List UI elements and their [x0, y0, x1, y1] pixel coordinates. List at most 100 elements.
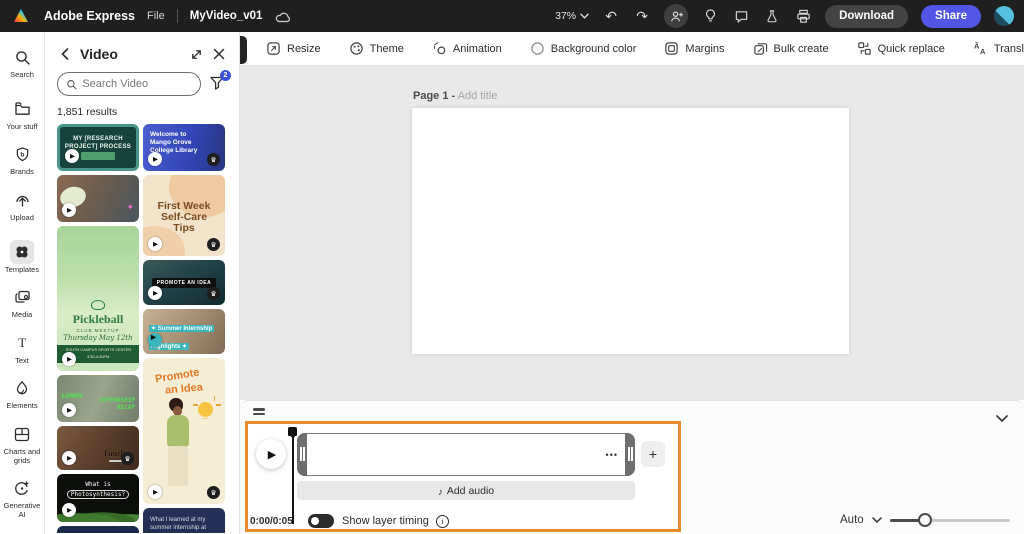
page-canvas[interactable]: [412, 108, 849, 354]
slider-thumb[interactable]: [917, 513, 932, 527]
svg-text:A: A: [980, 47, 986, 56]
template-promote-an-idea-ocean[interactable]: PROMOTE AN IDEA: [143, 260, 225, 305]
sidebar-item-brands[interactable]: b Brands: [0, 137, 45, 183]
template-pickleball-club-meetup[interactable]: Pickleball CLUB MEETUP Thursday May 12th…: [57, 226, 139, 371]
play-icon: [62, 352, 76, 366]
resize-button[interactable]: Resize: [254, 36, 333, 61]
template-research-project-process[interactable]: MY [RESEARCH PROJECT] PROCESS: [57, 124, 139, 171]
info-icon[interactable]: [435, 514, 449, 528]
ray: [213, 396, 215, 401]
premium-crown-icon: [121, 452, 134, 465]
speed-dropdown[interactable]: Auto: [840, 514, 864, 526]
add-scene-button[interactable]: [641, 441, 665, 467]
template-promote-an-idea-illustration[interactable]: Promote an Idea: [143, 358, 225, 504]
background-color-button[interactable]: Background color: [518, 36, 649, 61]
chevron-down-icon: [580, 13, 589, 19]
search-video-field[interactable]: [82, 78, 192, 90]
add-title-placeholder[interactable]: Add title: [458, 90, 498, 102]
sidebar-item-elements[interactable]: Elements: [0, 371, 45, 417]
play-icon: [148, 485, 162, 499]
results-count: 1,851 results: [57, 106, 118, 118]
play-icon: [148, 333, 162, 347]
search-input[interactable]: [57, 72, 201, 96]
layer-timing-toggle[interactable]: [308, 514, 334, 528]
back-chevron-icon[interactable]: [57, 46, 73, 62]
animation-button[interactable]: Animation: [420, 36, 514, 61]
quick-replace-icon: [857, 42, 871, 55]
theme-button[interactable]: Theme: [337, 36, 416, 61]
document-title[interactable]: MyVideo_v01: [190, 10, 263, 22]
background-color-icon: [531, 42, 544, 55]
zoom-control[interactable]: 37%: [555, 10, 589, 22]
svg-text:b: b: [20, 151, 24, 158]
clip-more-options-icon[interactable]: [606, 450, 618, 460]
close-panel-icon[interactable]: [211, 46, 227, 62]
template-navy-video[interactable]: [57, 526, 139, 533]
premium-crown-icon: [207, 486, 220, 499]
template-what-i-learned-internship[interactable]: What I learned at my summer internship a…: [143, 508, 225, 533]
template-first-week-self-care-tips[interactable]: First Week Self-Care Tips: [143, 175, 225, 256]
top-bar: Adobe Express File MyVideo_v01 37% ↶ ↷ D…: [0, 0, 1024, 32]
margins-button[interactable]: Margins: [652, 36, 736, 61]
app-title: Adobe Express: [44, 9, 136, 23]
undo-icon[interactable]: [602, 7, 620, 25]
template-welcome-mango-grove[interactable]: Welcome to Mango Grove College Library: [143, 124, 225, 171]
share-button[interactable]: Share: [921, 4, 981, 28]
bulk-create-button[interactable]: Bulk create: [741, 36, 841, 61]
invite-collaborators-icon[interactable]: [664, 4, 689, 28]
download-button[interactable]: Download: [825, 4, 909, 28]
sidebar-item-search[interactable]: Search: [0, 40, 45, 86]
template-summer-internship-recap[interactable]: SUMMER INTERNSHIP RECAP: [57, 375, 139, 422]
play-button[interactable]: [256, 439, 286, 469]
panel-title: Video: [80, 46, 118, 62]
timeline-drag-handle-icon[interactable]: [253, 408, 265, 416]
chevron-down-icon[interactable]: [871, 517, 882, 523]
expand-panel-icon[interactable]: [188, 46, 204, 62]
main-area: Resize Theme Animation Background color …: [240, 32, 1024, 534]
template-summer-internship-highlights[interactable]: ✦ Summer Internship Highlights ✦: [143, 309, 225, 354]
svg-text:T: T: [18, 335, 26, 350]
redo-icon[interactable]: [633, 7, 651, 25]
illustration-pants: [168, 446, 188, 486]
grid-icon: [10, 422, 34, 446]
sidebar-item-your-stuff[interactable]: Your stuff: [0, 92, 45, 138]
scene-clip[interactable]: [297, 433, 635, 476]
playhead-line: [292, 434, 294, 524]
collapse-timeline-icon[interactable]: [996, 409, 1008, 427]
timeline-panel: Add audio 0:00/0:05 Show layer timing Au…: [240, 400, 1024, 534]
adobe-express-logo-icon[interactable]: [12, 7, 30, 25]
search-icon: [67, 79, 77, 89]
sidebar-item-templates[interactable]: Templates: [0, 235, 45, 281]
sidebar-item-upload[interactable]: Upload: [0, 183, 45, 229]
user-avatar[interactable]: [994, 6, 1014, 26]
template-grid: MY [RESEARCH PROJECT] PROCESS Pickleball…: [45, 124, 239, 533]
sidebar-item-media[interactable]: Media: [0, 280, 45, 326]
template-timeline-book[interactable]: Timeline: [57, 426, 139, 470]
panel-collapse-tab[interactable]: [240, 36, 247, 64]
music-note-icon: [438, 482, 443, 500]
ideas-lightbulb-icon[interactable]: [701, 7, 719, 25]
sidebar-item-text[interactable]: T Text: [0, 326, 45, 372]
left-navigation-rail: Search Your stuff b Brands Upload Templa…: [0, 32, 45, 534]
trim-handle-right[interactable]: [625, 433, 635, 476]
translate-icon: ÃA: [974, 42, 986, 57]
print-icon[interactable]: [794, 7, 812, 25]
add-audio-button[interactable]: Add audio: [297, 481, 635, 500]
divider: [176, 9, 178, 23]
zoom-slider[interactable]: [889, 513, 1010, 527]
lightbulb-decoration: [198, 402, 213, 417]
comments-icon[interactable]: [732, 7, 750, 25]
sidebar-item-generative-ai[interactable]: Generative AI: [0, 471, 45, 525]
template-what-is-photosynthesis[interactable]: What is Photosynthesis?: [57, 474, 139, 522]
file-menu[interactable]: File: [147, 10, 165, 22]
translate-button[interactable]: ÃA Translate NEW: [961, 36, 1024, 61]
beta-flask-icon[interactable]: [763, 7, 781, 25]
play-icon: [148, 286, 162, 300]
sidebar-item-charts-and-grids[interactable]: Charts and grids: [0, 417, 45, 471]
filter-button[interactable]: 2: [209, 70, 231, 94]
trim-handle-left[interactable]: [297, 433, 307, 476]
template-headphones-video[interactable]: [57, 175, 139, 222]
sparkle-icon: [126, 197, 134, 215]
quick-replace-button[interactable]: Quick replace: [845, 36, 957, 61]
workspace: Page 1 - Add title: [240, 66, 1024, 400]
